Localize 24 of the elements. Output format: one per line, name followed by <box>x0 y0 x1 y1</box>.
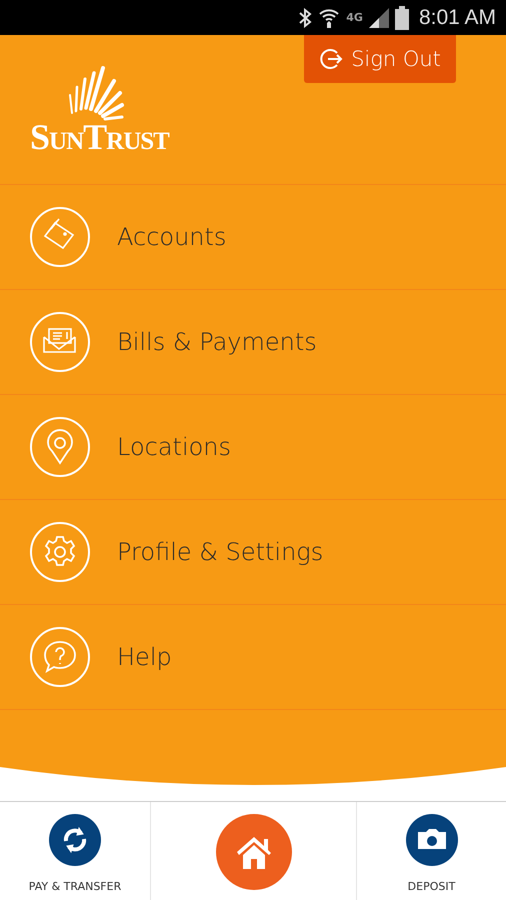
menu-item[interactable]: Help <box>0 605 506 710</box>
location-pin-icon <box>29 416 91 478</box>
sign-out-button[interactable]: Sign Out <box>304 35 456 83</box>
menu-item[interactable]: Accounts <box>0 185 506 290</box>
settings-icon <box>29 521 91 583</box>
wifi-icon <box>318 6 340 28</box>
wallet-icon <box>29 206 91 268</box>
sign-out-icon <box>319 47 344 71</box>
sync-icon <box>49 814 101 866</box>
brand-logo-text: SunTrust <box>30 121 169 153</box>
clock-time: 8:01 AM <box>418 6 496 30</box>
envelope-bill-icon <box>29 311 91 373</box>
signal-icon <box>368 8 389 28</box>
help-icon <box>29 626 91 688</box>
bluetooth-icon <box>298 8 312 28</box>
deposit-button[interactable]: DEPOSIT <box>406 802 458 893</box>
menu-item[interactable]: Locations <box>0 395 506 500</box>
menu-item[interactable]: Profile & Settings <box>0 500 506 605</box>
camera-icon <box>406 814 458 866</box>
battery-icon <box>394 6 409 30</box>
home-icon <box>234 835 272 869</box>
menu-item[interactable]: Bills & Payments <box>0 290 506 395</box>
network-type-label: 4G <box>346 11 363 24</box>
pay-transfer-button[interactable]: PAY & TRANSFER <box>28 802 122 893</box>
